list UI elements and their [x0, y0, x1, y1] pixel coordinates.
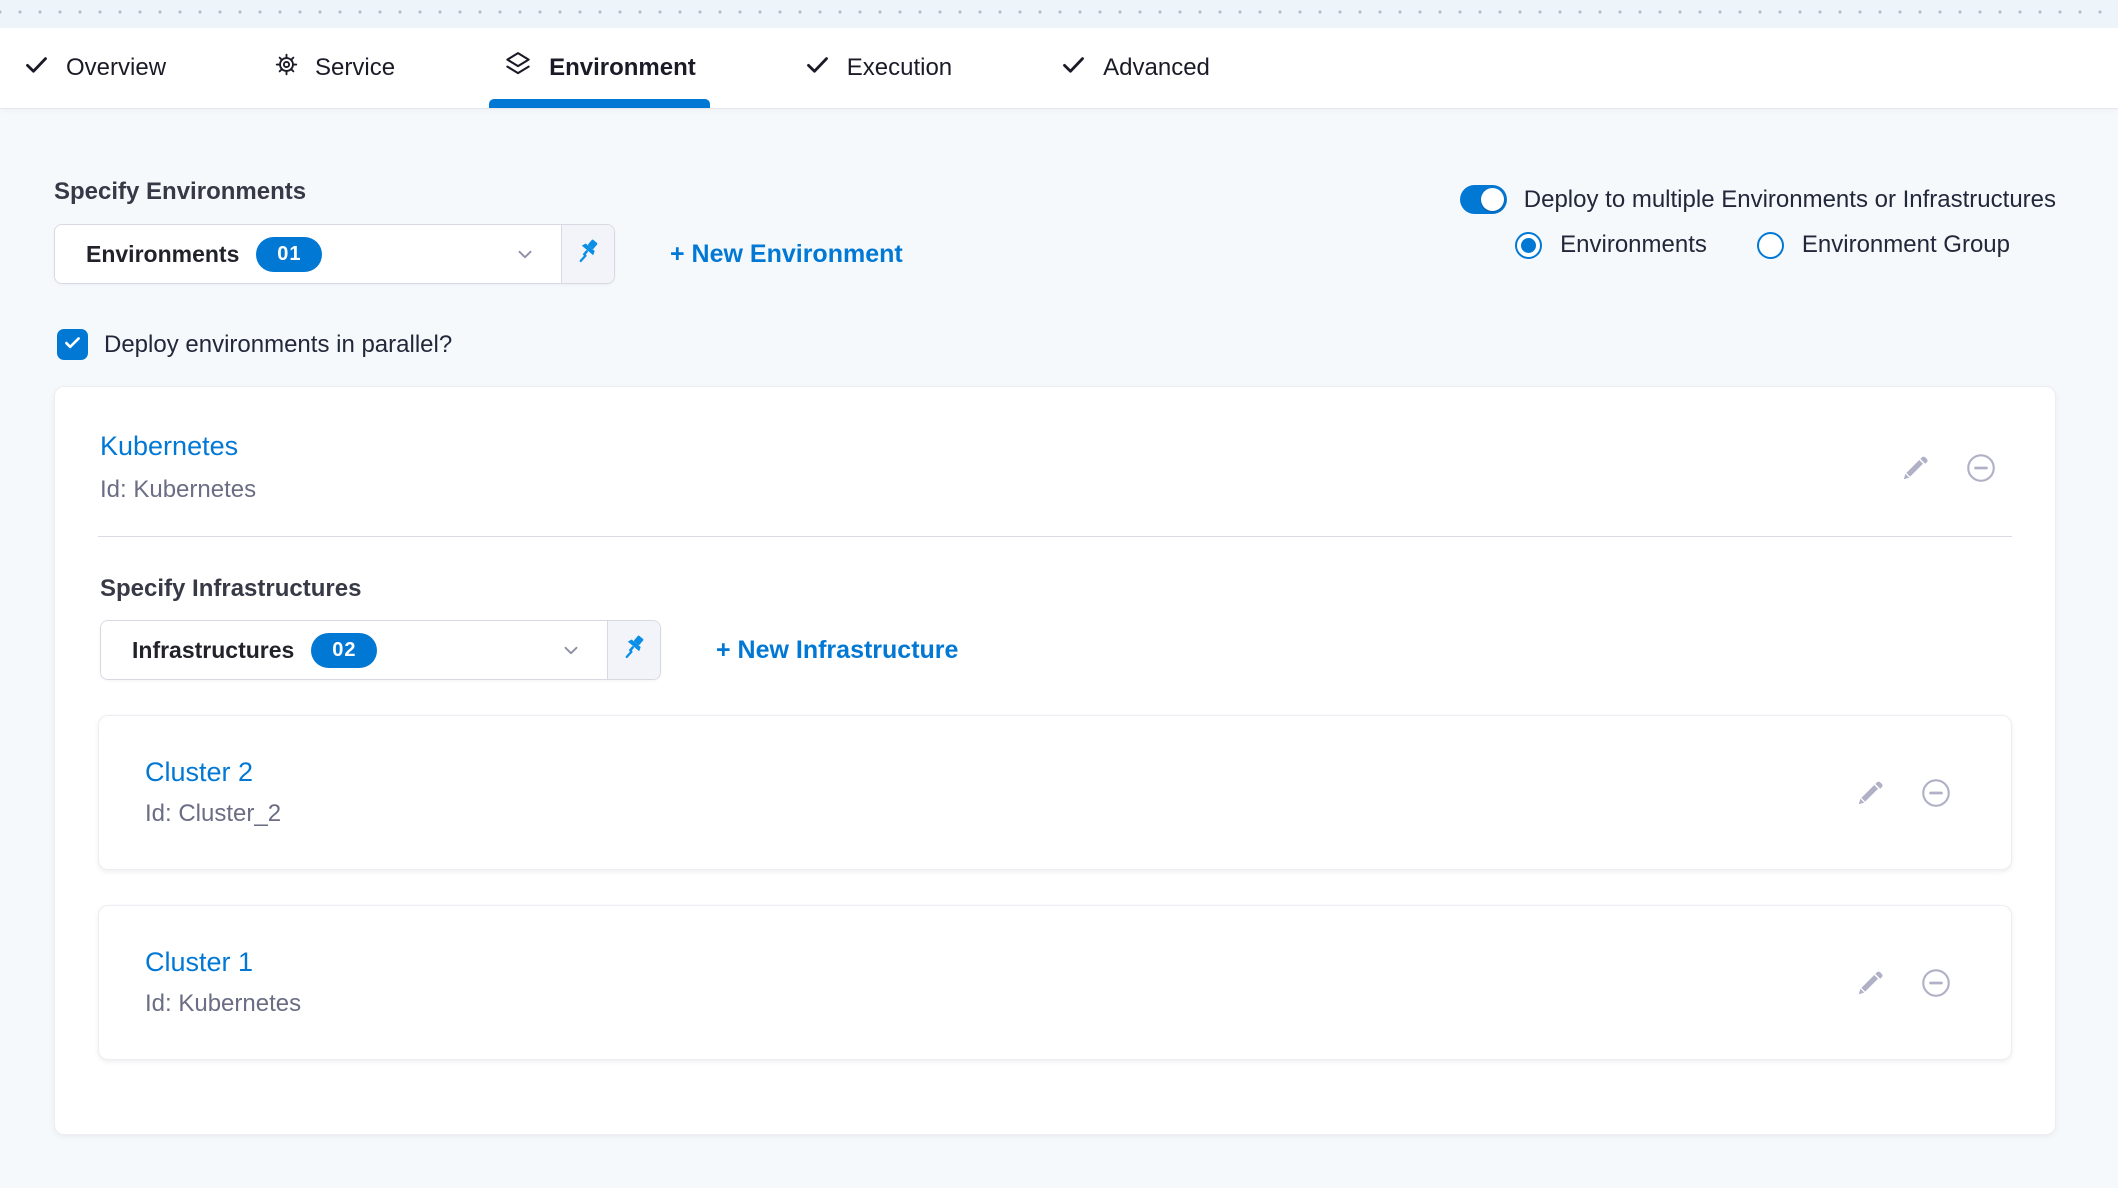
gear-icon	[274, 52, 299, 84]
pin-environments-button[interactable]	[561, 225, 614, 283]
toggle-knob	[1481, 188, 1504, 211]
tab-service[interactable]: Service	[270, 28, 399, 108]
infrastructure-card-cluster-2: Cluster 2 Id: Cluster_2	[98, 715, 2012, 870]
tab-execution[interactable]: Execution	[800, 28, 956, 108]
pushpin-icon	[574, 238, 602, 271]
deploy-multiple-toggle-label: Deploy to multiple Environments or Infra…	[1524, 186, 2056, 214]
pin-infrastructures-button[interactable]	[607, 621, 660, 679]
pencil-icon	[1900, 453, 1930, 483]
infrastructures-select-label: Infrastructures	[132, 637, 294, 664]
environment-title-link[interactable]: Kubernetes	[100, 431, 256, 462]
tab-overview[interactable]: Overview	[19, 28, 170, 108]
environment-titles: Kubernetes Id: Kubernetes	[100, 431, 256, 504]
environment-card-kubernetes: Kubernetes Id: Kubernetes Specify Infras…	[54, 386, 2056, 1135]
chevron-down-icon	[559, 638, 583, 662]
tab-label: Execution	[847, 54, 952, 82]
deploy-multiple-toggle[interactable]	[1460, 185, 1507, 214]
infrastructure-actions	[1855, 776, 1967, 810]
environment-id: Id: Kubernetes	[100, 476, 256, 504]
pencil-icon	[1855, 968, 1885, 998]
environment-tab-content: Specify Environments Environments 01	[0, 108, 2118, 1135]
layers-diamond-icon	[503, 50, 533, 87]
deploy-parallel-label: Deploy environments in parallel?	[104, 331, 452, 359]
stage-tabbar: Overview Service Environment Execution A…	[0, 28, 2118, 108]
specify-environments-heading: Specify Environments	[54, 178, 903, 206]
chevron-down-icon	[513, 242, 537, 266]
tab-environment[interactable]: Environment	[499, 28, 700, 108]
environments-select-group: Environments 01	[54, 224, 615, 284]
infrastructure-card-cluster-1: Cluster 1 Id: Kubernetes	[98, 905, 2012, 1060]
infrastructure-title-link[interactable]: Cluster 2	[145, 757, 281, 788]
environments-count-badge: 01	[256, 237, 322, 272]
check-icon	[62, 332, 83, 358]
new-environment-link[interactable]: + New Environment	[670, 240, 903, 269]
check-icon	[23, 51, 50, 85]
divider	[98, 536, 2012, 537]
edit-infrastructure-button[interactable]	[1855, 778, 1885, 808]
edit-infrastructure-button[interactable]	[1855, 968, 1885, 998]
environments-select-label: Environments	[86, 241, 239, 268]
tab-label: Environment	[549, 54, 696, 82]
specify-environments-section: Specify Environments Environments 01	[54, 178, 903, 284]
tab-label: Overview	[66, 54, 166, 82]
remove-infrastructure-button[interactable]	[1919, 966, 1953, 1000]
infrastructure-title-link[interactable]: Cluster 1	[145, 947, 301, 978]
radio-environment-group[interactable]: Environment Group	[1757, 231, 2010, 259]
infrastructures-select-group: Infrastructures 02	[100, 620, 661, 680]
tab-advanced[interactable]: Advanced	[1056, 28, 1214, 108]
specify-infrastructures-heading: Specify Infrastructures	[98, 575, 2012, 603]
radio-selected-icon	[1515, 232, 1542, 259]
deploy-parallel-checkbox[interactable]	[57, 329, 88, 360]
tab-label: Service	[315, 54, 395, 82]
infrastructure-titles: Cluster 2 Id: Cluster_2	[145, 757, 281, 828]
infrastructures-select[interactable]: Infrastructures 02	[101, 621, 607, 679]
check-icon	[1060, 51, 1087, 85]
radio-unselected-icon	[1757, 232, 1784, 259]
environment-header: Kubernetes Id: Kubernetes	[98, 431, 2012, 504]
tab-label: Advanced	[1103, 54, 1210, 82]
multi-env-options: Deploy to multiple Environments or Infra…	[1460, 185, 2056, 284]
infrastructure-titles: Cluster 1 Id: Kubernetes	[145, 947, 301, 1018]
environment-actions	[1900, 451, 2012, 485]
infrastructure-id: Id: Cluster_2	[145, 800, 281, 828]
environments-select[interactable]: Environments 01	[55, 225, 561, 283]
new-infrastructure-link[interactable]: + New Infrastructure	[716, 636, 958, 665]
minus-circle-icon	[1964, 451, 1998, 485]
pipeline-canvas-strip	[0, 0, 2118, 28]
edit-environment-button[interactable]	[1900, 453, 1930, 483]
infrastructure-id: Id: Kubernetes	[145, 990, 301, 1018]
radio-environments[interactable]: Environments	[1515, 231, 1707, 259]
pencil-icon	[1855, 778, 1885, 808]
infrastructure-actions	[1855, 966, 1967, 1000]
remove-environment-button[interactable]	[1964, 451, 1998, 485]
minus-circle-icon	[1919, 966, 1953, 1000]
minus-circle-icon	[1919, 776, 1953, 810]
remove-infrastructure-button[interactable]	[1919, 776, 1953, 810]
pushpin-icon	[620, 634, 648, 667]
check-icon	[804, 51, 831, 85]
infrastructures-count-badge: 02	[311, 633, 377, 668]
